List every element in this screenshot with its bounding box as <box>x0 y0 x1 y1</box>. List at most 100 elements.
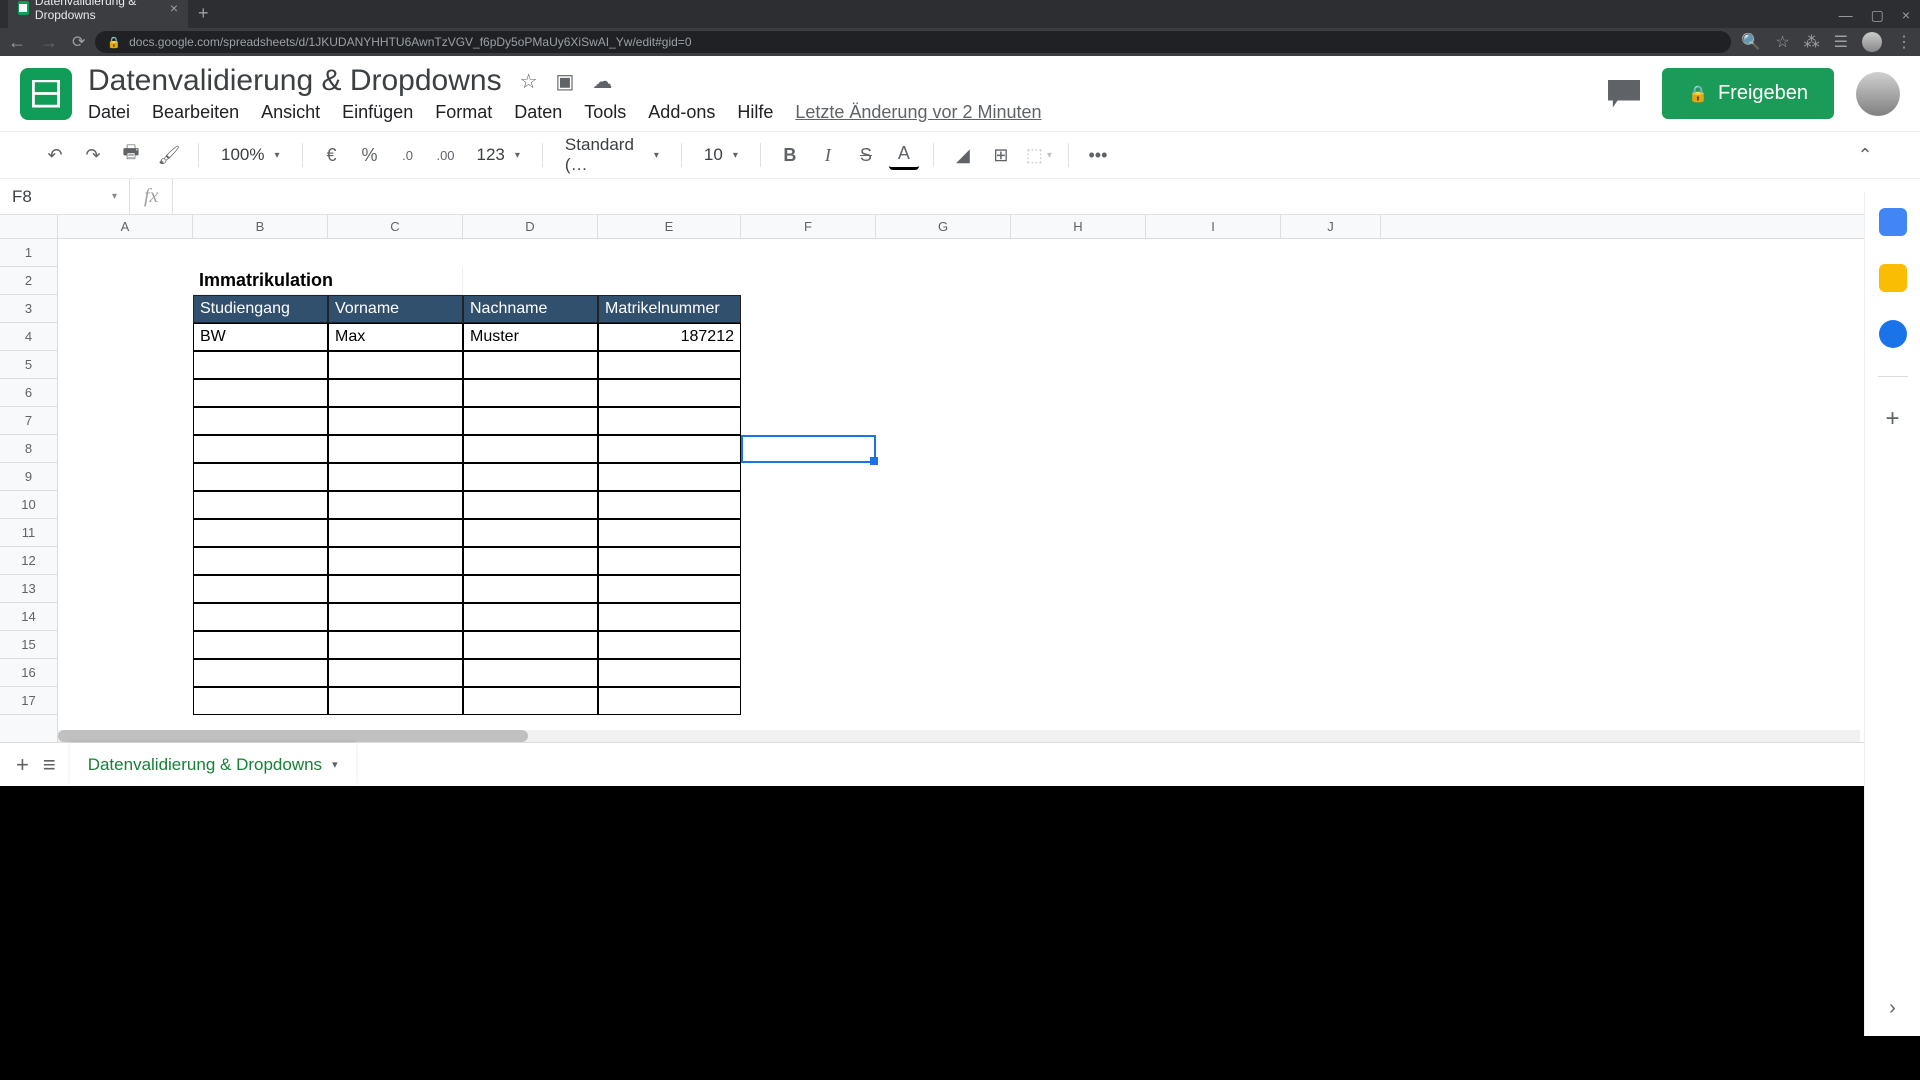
cell-C14[interactable] <box>328 603 463 631</box>
cell-C7[interactable] <box>328 407 463 435</box>
cell-B17[interactable] <box>193 687 328 715</box>
cell-B10[interactable] <box>193 491 328 519</box>
zoom-dropdown[interactable]: 100% <box>213 145 288 165</box>
comments-icon[interactable] <box>1608 80 1640 108</box>
row-header-4[interactable]: 4 <box>0 323 57 351</box>
collapse-toolbar-icon[interactable]: ⌃ <box>1850 140 1880 170</box>
menu-help[interactable]: Hilfe <box>737 102 773 123</box>
cell-D17[interactable] <box>463 687 598 715</box>
cell-B2-title[interactable]: Immatrikulation <box>193 267 463 295</box>
cell-E6[interactable] <box>598 379 741 407</box>
cell-D9[interactable] <box>463 463 598 491</box>
more-icon[interactable]: ••• <box>1083 140 1113 170</box>
cell-B12[interactable] <box>193 547 328 575</box>
extensions-icon[interactable]: ⁂ <box>1804 32 1820 52</box>
cell-B6[interactable] <box>193 379 328 407</box>
reload-icon[interactable]: ⟳ <box>72 32 85 53</box>
col-header-F[interactable]: F <box>741 215 876 238</box>
addons-plus-icon[interactable]: + <box>1885 405 1899 433</box>
header-nachname[interactable]: Nachname <box>463 295 598 323</box>
header-matrikel[interactable]: Matrikelnummer <box>598 295 741 323</box>
merge-icon[interactable]: ⬚ <box>1024 140 1054 170</box>
cell-C11[interactable] <box>328 519 463 547</box>
calendar-icon[interactable] <box>1879 208 1907 236</box>
cell-E4[interactable]: 187212 <box>598 323 741 351</box>
cell-C10[interactable] <box>328 491 463 519</box>
number-format-dropdown[interactable]: 123 <box>469 145 528 165</box>
cell-E14[interactable] <box>598 603 741 631</box>
menu-tools[interactable]: Tools <box>584 102 626 123</box>
account-avatar[interactable] <box>1856 72 1900 116</box>
col-header-J[interactable]: J <box>1281 215 1381 238</box>
all-sheets-icon[interactable]: ≡ <box>43 752 56 778</box>
cell-C8[interactable] <box>328 435 463 463</box>
add-sheet-button[interactable]: + <box>16 752 29 778</box>
cell-D16[interactable] <box>463 659 598 687</box>
star-icon[interactable]: ☆ <box>1775 32 1789 52</box>
cell-D6[interactable] <box>463 379 598 407</box>
cell-E13[interactable] <box>598 575 741 603</box>
cell-B15[interactable] <box>193 631 328 659</box>
row-header-16[interactable]: 16 <box>0 659 57 687</box>
row-header-15[interactable]: 15 <box>0 631 57 659</box>
cell-B4[interactable]: BW <box>193 323 328 351</box>
row-header-12[interactable]: 12 <box>0 547 57 575</box>
cell-B8[interactable] <box>193 435 328 463</box>
cell-C15[interactable] <box>328 631 463 659</box>
percent-button[interactable]: % <box>355 140 385 170</box>
selected-cell-F8[interactable] <box>741 435 876 463</box>
cell-B9[interactable] <box>193 463 328 491</box>
row-header-8[interactable]: 8 <box>0 435 57 463</box>
cell-C5[interactable] <box>328 351 463 379</box>
cell-E10[interactable] <box>598 491 741 519</box>
cell-E7[interactable] <box>598 407 741 435</box>
browser-tab[interactable]: Datenvalidierung & Dropdowns × <box>8 0 188 28</box>
cell-C12[interactable] <box>328 547 463 575</box>
decrease-decimal-button[interactable]: .0 <box>393 140 423 170</box>
paint-format-icon[interactable]: 🖌 <box>154 140 184 170</box>
font-dropdown[interactable]: Standard (… <box>557 135 667 175</box>
menu-insert[interactable]: Einfügen <box>342 102 413 123</box>
cell-C9[interactable] <box>328 463 463 491</box>
spreadsheet-grid[interactable]: ABCDEFGHIJ 1234567891011121314151617 Imm… <box>0 215 1920 742</box>
keep-icon[interactable] <box>1879 264 1907 292</box>
menu-view[interactable]: Ansicht <box>261 102 320 123</box>
cloud-status-icon[interactable]: ☁ <box>592 69 612 94</box>
redo-icon[interactable]: ↷ <box>78 140 108 170</box>
cell-E15[interactable] <box>598 631 741 659</box>
row-header-1[interactable]: 1 <box>0 239 57 267</box>
italic-icon[interactable]: I <box>813 140 843 170</box>
cell-D5[interactable] <box>463 351 598 379</box>
formula-bar[interactable] <box>173 179 1920 214</box>
undo-icon[interactable]: ↶ <box>40 140 70 170</box>
cell-B16[interactable] <box>193 659 328 687</box>
cell-E11[interactable] <box>598 519 741 547</box>
cell-D12[interactable] <box>463 547 598 575</box>
cell-E16[interactable] <box>598 659 741 687</box>
col-header-I[interactable]: I <box>1146 215 1281 238</box>
cell-D4[interactable]: Muster <box>463 323 598 351</box>
print-icon[interactable]: 🖶 <box>116 140 146 170</box>
increase-decimal-button[interactable]: .00 <box>431 140 461 170</box>
col-header-A[interactable]: A <box>58 215 193 238</box>
row-header-14[interactable]: 14 <box>0 603 57 631</box>
row-header-5[interactable]: 5 <box>0 351 57 379</box>
row-header-6[interactable]: 6 <box>0 379 57 407</box>
cell-B11[interactable] <box>193 519 328 547</box>
row-header-17[interactable]: 17 <box>0 687 57 715</box>
reading-list-icon[interactable]: ☰ <box>1834 32 1848 52</box>
header-vorname[interactable]: Vorname <box>328 295 463 323</box>
maximize-icon[interactable]: ▢ <box>1871 7 1884 24</box>
strike-icon[interactable]: S <box>851 140 881 170</box>
menu-data[interactable]: Daten <box>514 102 562 123</box>
row-header-13[interactable]: 13 <box>0 575 57 603</box>
header-studiengang[interactable]: Studiengang <box>193 295 328 323</box>
star-doc-icon[interactable]: ☆ <box>520 69 538 94</box>
cell-D11[interactable] <box>463 519 598 547</box>
zoom-icon[interactable]: 🔍 <box>1741 32 1761 52</box>
close-tab-icon[interactable]: × <box>170 0 178 16</box>
minimize-icon[interactable]: — <box>1839 7 1853 24</box>
cell-D13[interactable] <box>463 575 598 603</box>
row-header-3[interactable]: 3 <box>0 295 57 323</box>
cell-E12[interactable] <box>598 547 741 575</box>
